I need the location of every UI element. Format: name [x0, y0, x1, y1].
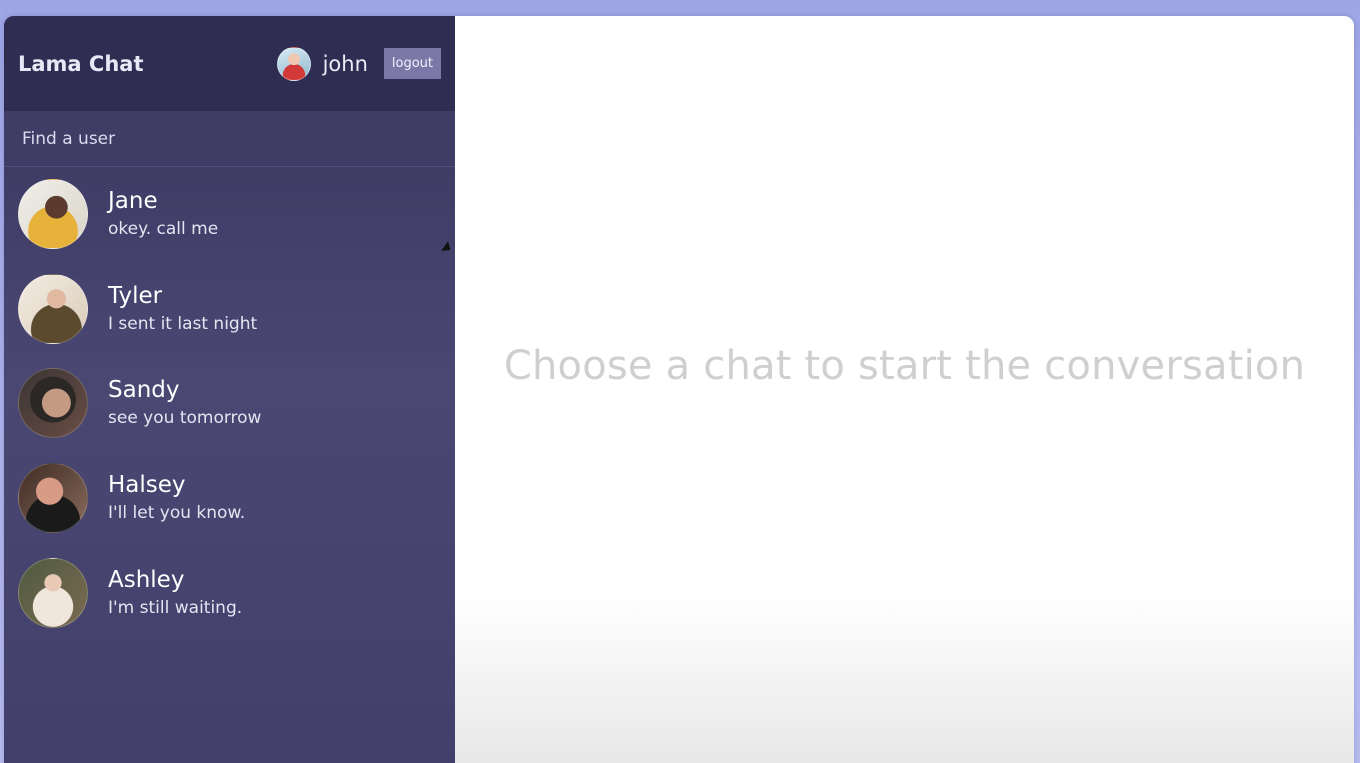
chat-last-message: okey. call me [108, 219, 219, 240]
chat-list: Jane okey. call me Tyler I sent it last … [4, 167, 455, 763]
chat-name: Halsey [108, 472, 186, 499]
search-bar [4, 111, 455, 167]
avatar [18, 368, 88, 439]
chat-item-halsey[interactable]: Halsey I'll let you know. [4, 451, 455, 546]
chat-name: Jane [108, 188, 158, 215]
chat-last-message: see you tomorrow [108, 408, 262, 429]
chat-item-sandy[interactable]: Sandy see you tomorrow [4, 356, 455, 451]
chat-panel: Choose a chat to start the conversation [455, 16, 1354, 763]
current-user: john logout [276, 46, 441, 81]
app-logo: Lama Chat [18, 51, 144, 76]
avatar [18, 273, 88, 344]
chat-last-message: I sent it last night [108, 313, 258, 334]
search-input[interactable] [20, 127, 439, 150]
sidebar-topbar: Lama Chat john logout [4, 16, 455, 111]
username: john [322, 51, 368, 76]
chat-item-ashley[interactable]: Ashley I'm still waiting. [4, 545, 455, 640]
empty-chat-placeholder: Choose a chat to start the conversation [503, 343, 1306, 389]
avatar [18, 557, 88, 628]
chat-name: Tyler [108, 282, 163, 309]
logout-button[interactable]: logout [383, 48, 441, 79]
chat-app: Lama Chat john logout Jane okey. call me [4, 16, 1354, 763]
avatar [18, 179, 88, 250]
chat-item-jane[interactable]: Jane okey. call me [4, 167, 455, 262]
chat-item-tyler[interactable]: Tyler I sent it last night [4, 262, 455, 357]
chat-last-message: I'm still waiting. [108, 597, 243, 618]
user-avatar[interactable] [276, 46, 311, 81]
sidebar: Lama Chat john logout Jane okey. call me [4, 16, 455, 763]
avatar [18, 463, 88, 534]
chat-name: Sandy [108, 377, 180, 404]
chat-last-message: I'll let you know. [108, 503, 246, 524]
chat-name: Ashley [108, 566, 185, 593]
